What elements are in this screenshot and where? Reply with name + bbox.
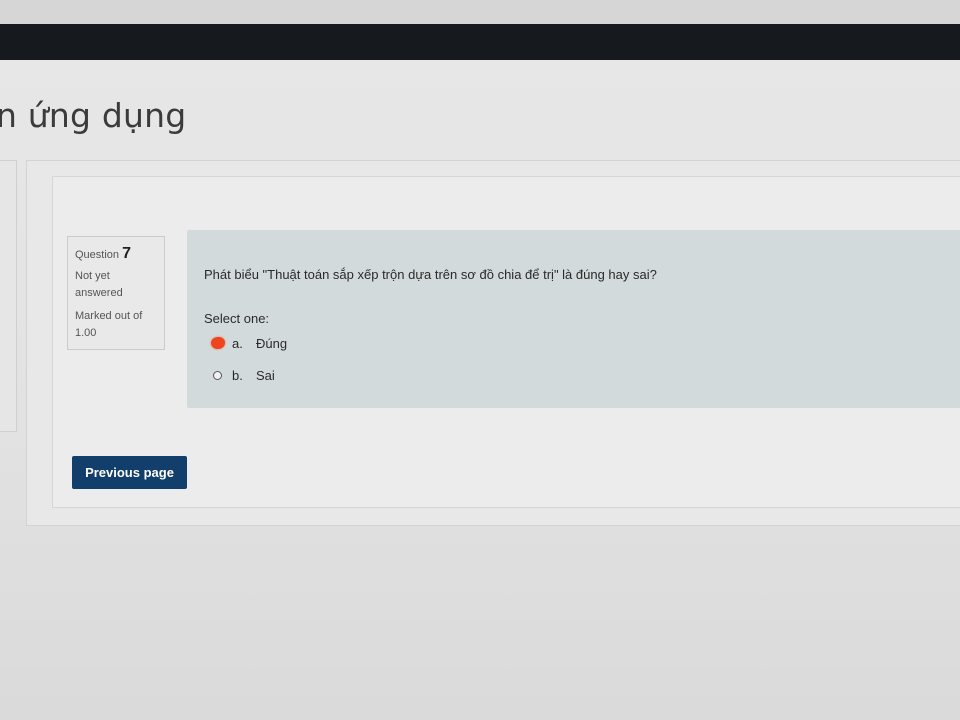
answer-number: b. <box>232 367 243 383</box>
answer-label: Đúng <box>256 335 288 351</box>
radio-button-icon[interactable] <box>211 337 225 349</box>
top-strip <box>0 0 960 24</box>
question-label: Question <box>75 249 120 261</box>
answer-label: Sai <box>256 367 275 383</box>
left-side-block <box>0 160 17 432</box>
page-title: n ứng dụng <box>0 96 187 135</box>
select-one-prompt: Select one: <box>204 311 270 326</box>
question-number: 7 <box>122 245 131 262</box>
answer-option-b[interactable]: b. Sai <box>213 366 275 384</box>
question-number-line: Question 7 <box>75 245 157 264</box>
question-content-panel <box>187 230 960 408</box>
answer-number: a. <box>232 335 243 351</box>
question-grade: Marked out of 1.00 <box>75 310 143 339</box>
question-state: Not yet answered <box>75 270 123 299</box>
answer-option-a[interactable]: a. Đúng <box>211 334 288 352</box>
top-navbar <box>0 24 960 60</box>
radio-button-icon[interactable] <box>213 370 222 380</box>
question-info-box: Question 7 Not yet answered Marked out o… <box>67 236 165 350</box>
previous-page-button[interactable]: Previous page <box>72 456 187 489</box>
question-text: Phát biểu "Thuật toán sắp xếp trộn dựa t… <box>204 267 657 282</box>
